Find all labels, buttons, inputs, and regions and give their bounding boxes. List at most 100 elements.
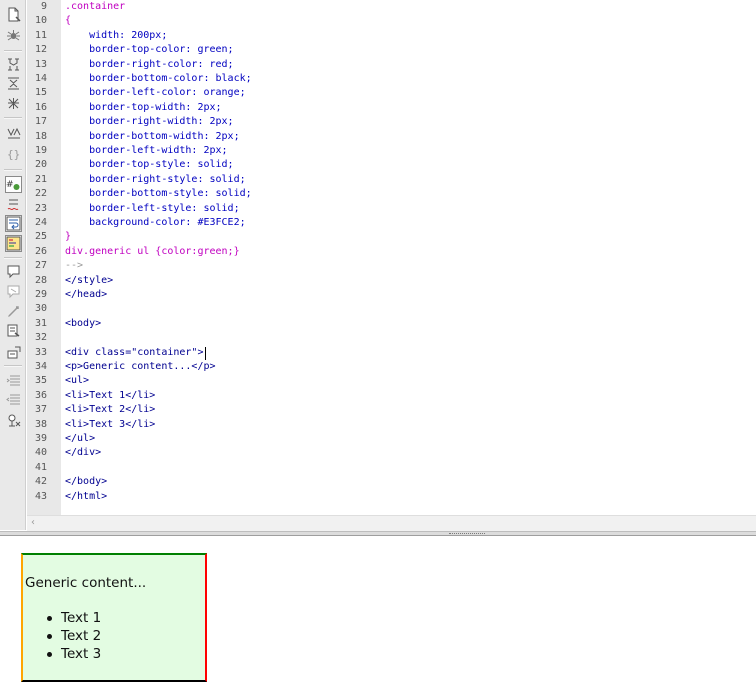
line-number: 26 — [34, 245, 47, 257]
line-number: 37 — [34, 404, 47, 416]
code-line[interactable]: </head> — [65, 288, 107, 302]
toolbar-separator — [4, 365, 22, 367]
line-number: 13 — [34, 58, 47, 70]
code-toolbar: {} # — [0, 0, 26, 530]
preview-list: Text 1 Text 2 Text 3 — [46, 609, 102, 663]
generic-paragraph: Generic content... — [25, 575, 147, 591]
code-line[interactable]: <body> — [65, 317, 101, 331]
recent-snippets-icon[interactable] — [5, 322, 22, 339]
code-line[interactable]: <div class="container"> — [65, 346, 203, 360]
scroll-left-icon[interactable]: ‹ — [31, 517, 35, 528]
toolbar-separator — [4, 257, 22, 259]
code-line[interactable]: border-bottom-width: 2px; — [65, 130, 240, 144]
code-line[interactable]: </ul> — [65, 432, 95, 446]
code-line[interactable]: div.generic ul {color:green;} — [65, 245, 240, 259]
code-line[interactable]: .container — [65, 0, 125, 14]
apply-comment-icon[interactable] — [5, 263, 22, 280]
code-line[interactable]: </body> — [65, 475, 107, 489]
open-document-icon[interactable] — [5, 6, 22, 23]
syntax-coloring-icon[interactable] — [5, 235, 22, 252]
svg-text:#: # — [6, 180, 14, 190]
code-line[interactable]: </html> — [65, 490, 107, 504]
code-line[interactable]: border-left-color: orange; — [65, 86, 246, 100]
move-css-icon[interactable] — [5, 344, 22, 361]
collapse-full-tag-icon[interactable] — [5, 56, 22, 73]
code-line[interactable]: border-right-width: 2px; — [65, 115, 234, 129]
code-line[interactable]: </style> — [65, 274, 113, 288]
line-number: 30 — [34, 303, 47, 315]
format-source-icon[interactable] — [5, 412, 22, 429]
code-line[interactable]: <p>Generic content...</p> — [65, 360, 216, 374]
select-parent-tag-icon[interactable] — [5, 124, 22, 141]
wrap-tag-icon[interactable] — [5, 303, 22, 320]
code-line[interactable]: border-bottom-color: black; — [65, 72, 252, 86]
code-line[interactable]: border-left-width: 2px; — [65, 144, 227, 158]
code-line[interactable]: width: 200px; — [65, 29, 167, 43]
line-number: 36 — [34, 389, 47, 401]
remove-comment-icon[interactable] — [5, 283, 22, 300]
code-line[interactable]: border-right-style: solid; — [65, 173, 246, 187]
word-wrap-icon[interactable] — [5, 215, 22, 232]
toolbar-separator — [4, 50, 22, 52]
list-item: Text 3 — [46, 646, 102, 662]
line-number: 31 — [34, 317, 47, 329]
line-number: 32 — [34, 332, 47, 344]
line-number: 38 — [34, 418, 47, 430]
line-number: 29 — [34, 289, 47, 300]
design-view-pane: Generic content... Text 1 Text 2 Text 3 — [0, 536, 756, 694]
code-editor[interactable]: .container{ width: 200px; border-top-col… — [61, 0, 756, 515]
code-line[interactable]: border-right-color: red; — [65, 58, 234, 72]
code-line[interactable]: border-top-color: green; — [65, 43, 234, 57]
highlight-invalid-code-icon[interactable] — [5, 196, 22, 213]
line-number: 12 — [34, 44, 47, 56]
code-line[interactable]: border-top-style: solid; — [65, 158, 234, 172]
code-line[interactable]: border-left-style: solid; — [65, 202, 240, 216]
collapse-selection-icon[interactable] — [5, 75, 22, 92]
line-number: 17 — [34, 116, 47, 128]
code-line[interactable]: <ul> — [65, 374, 89, 388]
splitter-grip[interactable] — [449, 533, 485, 534]
toolbar-separator — [4, 169, 22, 171]
line-number: 22 — [34, 188, 47, 200]
line-number: 41 — [34, 461, 47, 473]
line-number: 18 — [34, 130, 47, 142]
line-numbers-icon[interactable]: # — [5, 176, 22, 193]
line-number: 9 — [40, 1, 47, 12]
code-line[interactable]: --> — [65, 259, 83, 273]
code-line[interactable]: <li>Text 1</li> — [65, 389, 155, 403]
line-number: 25 — [34, 231, 47, 243]
text-caret — [205, 346, 207, 360]
line-number: 15 — [34, 87, 47, 99]
code-line[interactable]: background-color: #E3FCE2; — [65, 216, 246, 230]
svg-text:{}: {} — [7, 148, 20, 161]
line-number: 16 — [34, 101, 47, 113]
code-line[interactable]: { — [65, 14, 71, 28]
line-number: 43 — [34, 490, 47, 502]
line-number: 28 — [34, 274, 47, 286]
line-number: 24 — [34, 217, 47, 228]
code-line[interactable]: border-top-width: 2px; — [65, 101, 221, 115]
expand-all-icon[interactable] — [5, 95, 22, 112]
outdent-code-icon[interactable] — [5, 391, 22, 408]
line-number: 14 — [34, 73, 47, 84]
balance-braces-icon[interactable]: {} — [5, 145, 22, 162]
code-line[interactable]: </div> — [65, 446, 101, 460]
line-number: 11 — [34, 29, 47, 41]
line-number: 35 — [34, 375, 47, 387]
code-line[interactable]: <li>Text 3</li> — [65, 418, 155, 432]
horizontal-scrollbar[interactable]: ‹ — [27, 515, 756, 531]
line-number: 39 — [34, 433, 47, 444]
line-number-gutter: 9 10 11 12 13 14 15 16 17 18 19 20 21 22 23 24 25 26 27 28 2… — [27, 0, 61, 515]
line-number: 20 — [34, 159, 47, 171]
code-line[interactable]: border-bottom-style: solid; — [65, 187, 252, 201]
line-number: 21 — [34, 173, 47, 185]
code-line[interactable]: } — [65, 230, 71, 244]
toolbar-separator — [4, 117, 22, 119]
container-div-preview: Generic content... Text 1 Text 2 Text 3 — [21, 553, 207, 682]
bug-icon[interactable] — [5, 27, 22, 44]
code-line[interactable]: <li>Text 2</li> — [65, 403, 155, 417]
indent-code-icon[interactable] — [5, 372, 22, 389]
list-item: Text 2 — [46, 628, 102, 644]
line-number: 19 — [34, 145, 47, 156]
line-number: 23 — [34, 202, 47, 214]
